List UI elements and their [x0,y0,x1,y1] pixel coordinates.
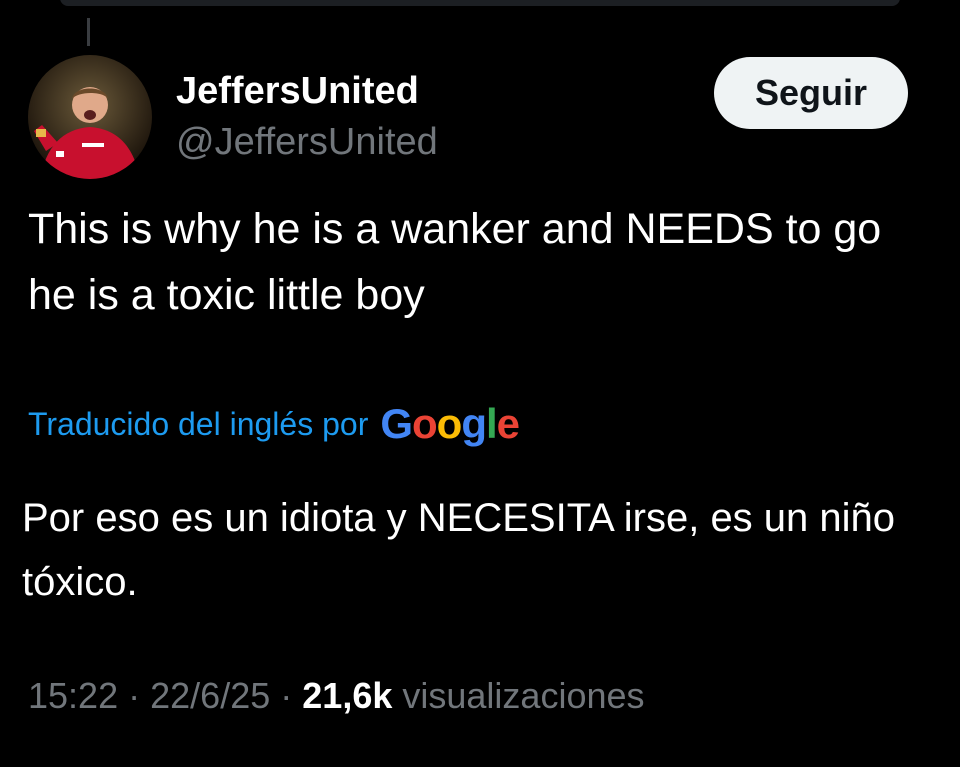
google-logo-letter: G [380,400,413,447]
google-logo-letter: o [436,400,463,447]
google-logo-letter: l [485,400,498,447]
translation-attribution[interactable]: Traducido del inglés por Google [28,396,520,452]
views-label: visualizaciones [402,675,645,716]
meta-separator: · [128,675,141,716]
views-count[interactable]: 21,6k [302,675,392,716]
translated-tweet-text: Por eso es un idiota y NECESITA irse, es… [22,496,896,604]
thread-connector-line [87,18,90,46]
google-logo: Google [380,400,520,447]
tweet-date[interactable]: 22/6/25 [150,675,270,716]
google-logo-letter: o [412,400,438,447]
follow-button[interactable]: Seguir [714,57,908,129]
google-logo-letter: e [496,400,520,447]
avatar-image [28,55,152,179]
tweet-meta: 15:22 · 22/6/25 · 21,6k visualizaciones [28,672,645,720]
tweet-time[interactable]: 15:22 [28,675,118,716]
previous-card-edge [60,0,900,6]
tweet-text: This is why he is a wanker and NEEDS to … [28,205,882,319]
author-display-name[interactable]: JeffersUnited [176,69,419,113]
avatar[interactable] [28,55,152,179]
author-handle[interactable]: @JeffersUnited [176,120,438,164]
google-logo-letter: g [461,400,487,447]
meta-separator: · [280,675,293,716]
translated-by-label[interactable]: Traducido del inglés por [28,406,368,443]
